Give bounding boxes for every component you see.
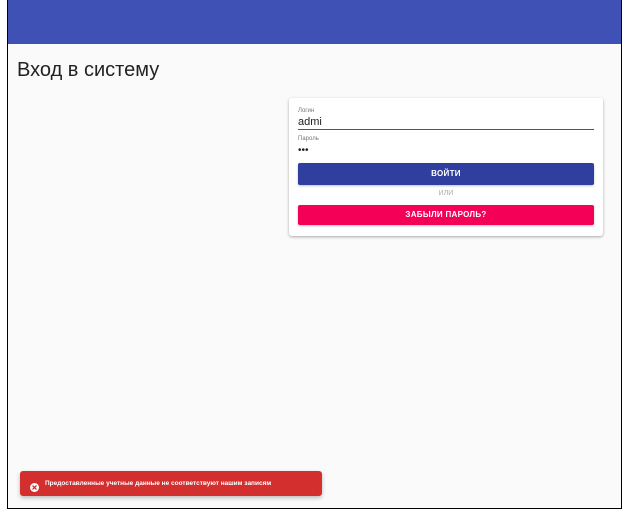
login-card: Логин Пароль ВОЙТИ ИЛИ ЗАБЫЛИ ПАРОЛЬ? <box>289 98 603 236</box>
login-label: Логин <box>298 108 315 114</box>
error-icon <box>30 479 39 492</box>
app-window: Вход в систему Логин Пароль ВОЙТИ ИЛИ ЗА… <box>7 0 622 509</box>
or-divider-text: ИЛИ <box>438 190 454 197</box>
login-button[interactable]: ВОЙТИ <box>298 163 594 185</box>
password-field: Пароль <box>298 136 594 158</box>
login-input[interactable] <box>298 115 594 130</box>
page-title: Вход в систему <box>17 59 160 81</box>
app-bar <box>8 0 621 44</box>
password-label: Пароль <box>298 136 319 142</box>
forgot-password-button[interactable]: ЗАБЫЛИ ПАРОЛЬ? <box>298 205 594 225</box>
password-input[interactable] <box>298 143 594 158</box>
login-field: Логин <box>298 108 594 130</box>
error-toast-message: Предоставленные учетные данные не соотве… <box>45 480 272 487</box>
error-toast: Предоставленные учетные данные не соотве… <box>20 471 322 496</box>
